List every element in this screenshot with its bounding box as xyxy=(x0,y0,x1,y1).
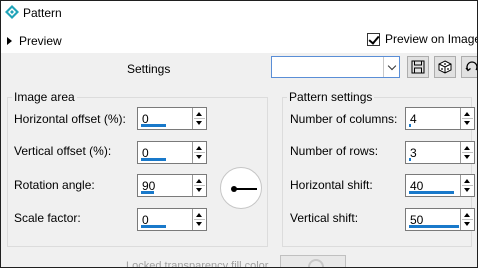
dice-icon xyxy=(438,60,452,74)
spin-down-icon[interactable] xyxy=(464,155,470,159)
no-color-icon xyxy=(308,259,324,267)
window-title: Pattern xyxy=(23,6,62,20)
scale-factor-stepper[interactable]: 0 xyxy=(137,208,207,231)
spin-buttons[interactable] xyxy=(192,175,206,196)
dropdown-button[interactable] xyxy=(383,57,399,77)
spin-up-icon[interactable] xyxy=(196,179,202,183)
expand-arrow-icon xyxy=(7,37,12,45)
vertical-shift-slider[interactable] xyxy=(409,225,459,228)
spin-buttons[interactable] xyxy=(192,142,206,163)
preview-label: Preview xyxy=(19,34,62,48)
spin-down-icon[interactable] xyxy=(464,121,470,125)
spin-up-icon[interactable] xyxy=(196,146,202,150)
locked-transparency-label: Locked transparency fill color xyxy=(126,260,269,268)
spin-down-icon[interactable] xyxy=(196,188,202,192)
columns-slider[interactable] xyxy=(409,124,411,127)
vertical-offset-label: Vertical offset (%): xyxy=(14,144,112,158)
spin-down-icon[interactable] xyxy=(464,222,470,226)
spin-down-icon[interactable] xyxy=(464,188,470,192)
preset-dropdown[interactable] xyxy=(271,56,400,78)
spin-down-icon[interactable] xyxy=(196,222,202,226)
rows-slider[interactable] xyxy=(409,158,411,161)
pattern-settings-title: Pattern settings xyxy=(287,90,375,104)
horizontal-shift-label: Horizontal shift: xyxy=(290,178,373,192)
spin-up-icon[interactable] xyxy=(464,179,470,183)
rotation-angle-label: Rotation angle: xyxy=(14,178,95,192)
spin-up-icon[interactable] xyxy=(196,213,202,217)
preview-on-image-checkbox[interactable]: Preview on Image xyxy=(367,32,478,46)
horizontal-offset-label: Horizontal offset (%): xyxy=(14,112,126,126)
vertical-shift-stepper[interactable]: 50 xyxy=(405,208,475,231)
reset-button[interactable] xyxy=(461,56,477,78)
rows-label: Number of rows: xyxy=(290,144,379,158)
title-bar: Pattern xyxy=(1,1,477,25)
rows-value[interactable]: 3 xyxy=(410,146,417,160)
spin-up-icon[interactable] xyxy=(464,146,470,150)
image-area-title: Image area xyxy=(12,90,77,104)
spin-buttons[interactable] xyxy=(192,108,206,129)
spin-down-icon[interactable] xyxy=(196,121,202,125)
app-logo-icon xyxy=(5,5,19,19)
preview-expander[interactable]: Preview xyxy=(7,33,62,49)
vertical-offset-stepper[interactable]: 0 xyxy=(137,141,207,164)
vertical-shift-label: Vertical shift: xyxy=(290,211,359,225)
checkbox-checked-icon xyxy=(367,32,380,46)
columns-value[interactable]: 4 xyxy=(410,112,417,126)
columns-label: Number of columns: xyxy=(290,112,398,126)
spin-buttons[interactable] xyxy=(460,108,474,129)
horizontal-offset-slider[interactable] xyxy=(141,124,166,127)
vertical-offset-slider[interactable] xyxy=(141,158,166,161)
settings-label: Settings xyxy=(127,62,171,76)
spin-buttons[interactable] xyxy=(460,209,474,230)
rows-stepper[interactable]: 3 xyxy=(405,141,475,164)
columns-stepper[interactable]: 4 xyxy=(405,107,475,130)
reset-icon xyxy=(465,61,477,72)
horizontal-shift-slider[interactable] xyxy=(409,191,454,194)
save-icon xyxy=(411,60,425,74)
spin-buttons[interactable] xyxy=(192,209,206,230)
spin-up-icon[interactable] xyxy=(464,112,470,116)
scale-factor-slider[interactable] xyxy=(141,225,166,228)
horizontal-offset-stepper[interactable]: 0 xyxy=(137,107,207,130)
fill-color-button[interactable] xyxy=(280,255,346,267)
scale-factor-label: Scale factor: xyxy=(14,211,81,225)
preview-on-image-label: Preview on Image xyxy=(385,32,478,46)
spin-down-icon[interactable] xyxy=(196,155,202,159)
spin-up-icon[interactable] xyxy=(196,112,202,116)
rotation-angle-stepper[interactable]: 90 xyxy=(137,174,207,197)
chevron-down-icon xyxy=(387,61,396,70)
spin-buttons[interactable] xyxy=(460,142,474,163)
rotation-angle-slider[interactable] xyxy=(141,191,154,194)
pattern-dialog: Pattern Preview Preview on Image Setting… xyxy=(0,0,478,268)
randomize-button[interactable] xyxy=(434,56,456,78)
rotation-dial[interactable] xyxy=(220,167,262,209)
spin-up-icon[interactable] xyxy=(464,213,470,217)
spin-buttons[interactable] xyxy=(460,175,474,196)
save-preset-button[interactable] xyxy=(407,56,429,78)
horizontal-shift-stepper[interactable]: 40 xyxy=(405,174,475,197)
dial-knob xyxy=(231,186,237,192)
